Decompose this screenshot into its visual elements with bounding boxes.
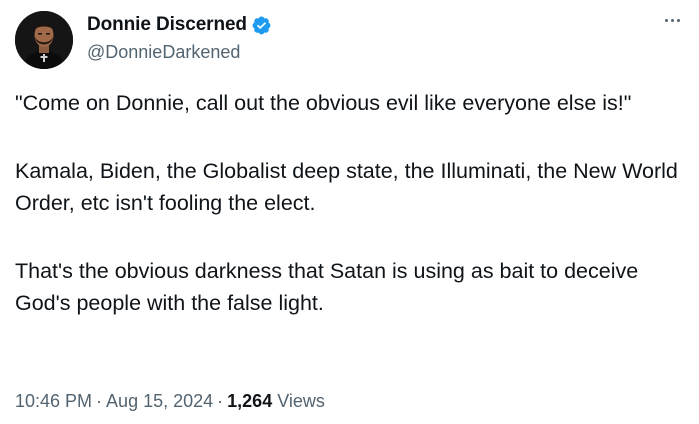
tweet-date[interactable]: Aug 15, 2024 xyxy=(106,391,213,411)
more-horizontal-icon-dot xyxy=(670,18,674,22)
tweet-meta: 10:46 PM · Aug 15, 2024 · 1,264 Views xyxy=(15,391,325,412)
tweet-paragraph: Kamala, Biden, the Globalist deep state,… xyxy=(15,159,684,215)
views-label[interactable]: Views xyxy=(277,391,325,411)
tweet-text: "Come on Donnie, call out the obvious ev… xyxy=(15,87,687,319)
meta-separator: · xyxy=(217,391,224,411)
author-name-row: Donnie Discerned xyxy=(87,13,272,37)
more-options-button[interactable] xyxy=(659,10,685,30)
author-handle[interactable]: @DonnieDarkened xyxy=(87,42,240,63)
tweet-time[interactable]: 10:46 PM xyxy=(15,391,92,411)
meta-separator: · xyxy=(96,391,103,411)
tweet-paragraph: "Come on Donnie, call out the obvious ev… xyxy=(15,91,632,115)
verified-badge-icon[interactable] xyxy=(251,15,272,36)
more-horizontal-icon-dot xyxy=(664,18,668,22)
avatar-image xyxy=(15,11,73,69)
more-horizontal-icon-dot xyxy=(676,18,680,22)
views-count[interactable]: 1,264 xyxy=(227,391,272,411)
avatar[interactable] xyxy=(15,11,73,69)
author-display-name[interactable]: Donnie Discerned xyxy=(87,14,247,36)
tweet: Donnie Discerned @DonnieDarkened "Come o… xyxy=(0,0,699,424)
tweet-paragraph: That's the obvious darkness that Satan i… xyxy=(15,259,645,315)
